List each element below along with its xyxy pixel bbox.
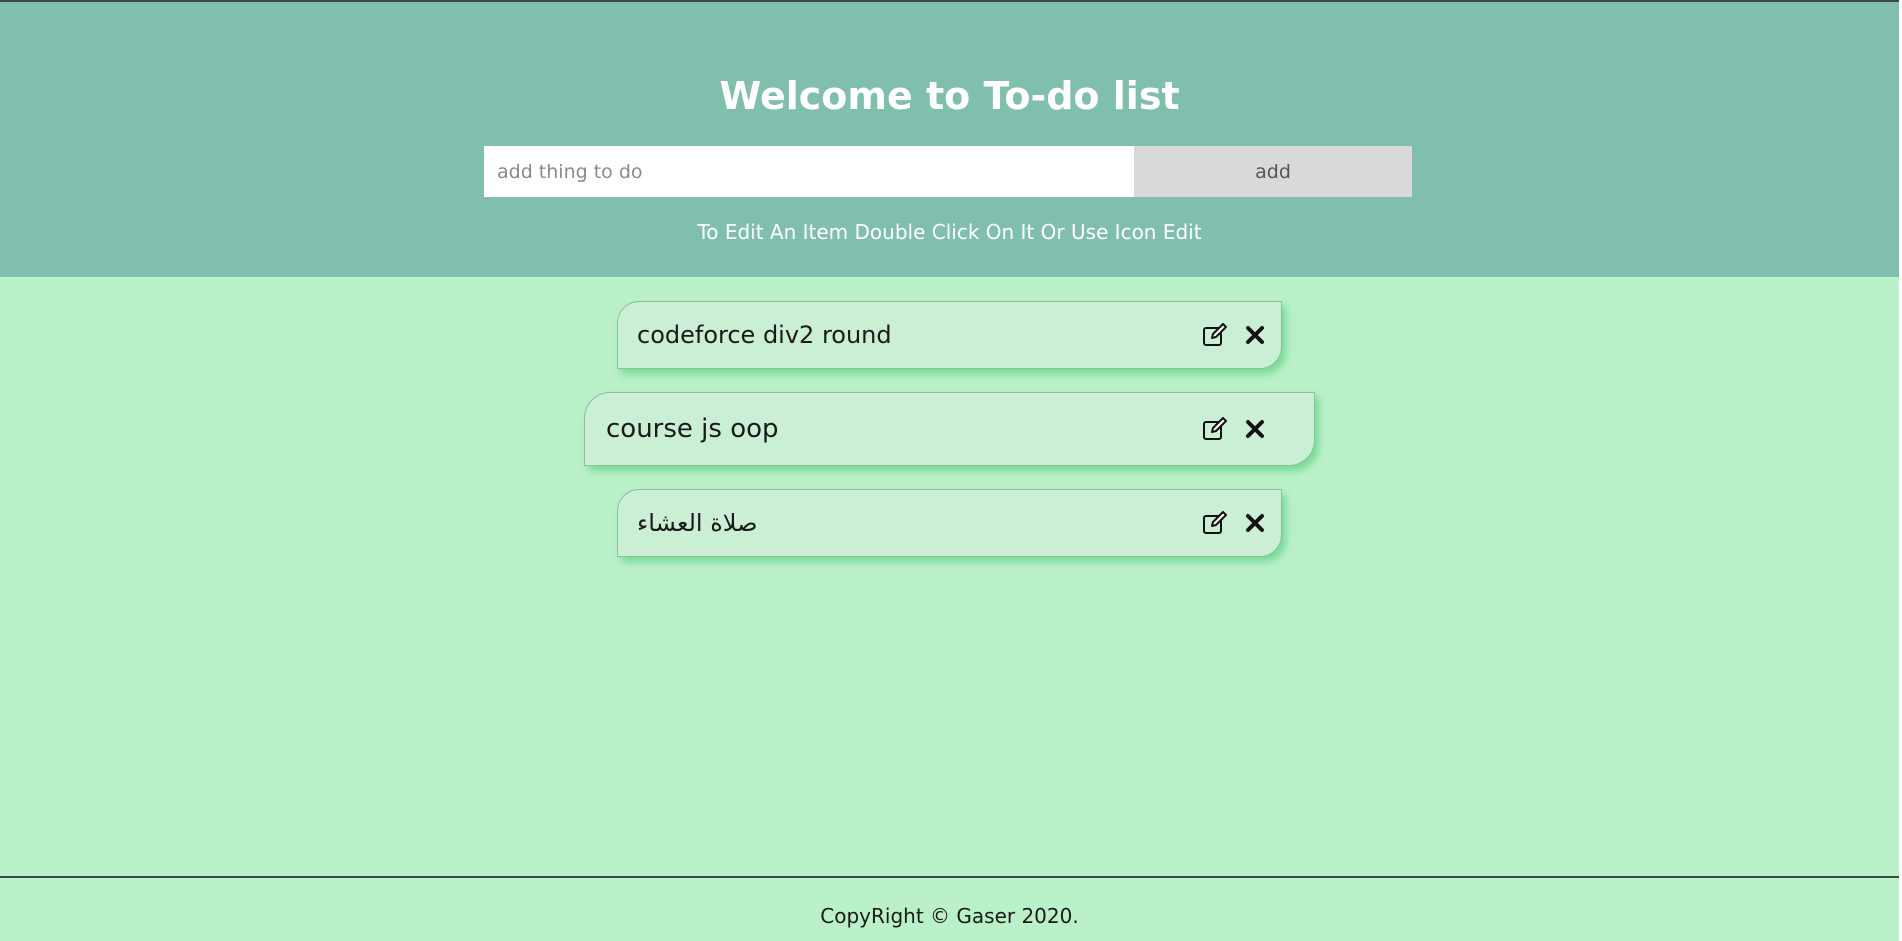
page-title: Welcome to To-do list (719, 74, 1180, 118)
edit-icon[interactable] (1202, 416, 1228, 442)
add-todo-input[interactable] (484, 146, 1134, 197)
todo-actions (1202, 302, 1268, 368)
header: Welcome to To-do list add To Edit An Ite… (0, 0, 1899, 277)
close-icon[interactable] (1242, 322, 1268, 348)
todo-item[interactable]: course js oop (584, 392, 1315, 466)
footer: CopyRight © Gaser 2020. (0, 876, 1899, 941)
add-button[interactable]: add (1134, 146, 1412, 197)
todo-actions (1202, 490, 1268, 556)
copyright-text: CopyRight © Gaser 2020. (820, 904, 1079, 928)
edit-icon[interactable] (1202, 510, 1228, 536)
close-icon[interactable] (1242, 510, 1268, 536)
todo-text: codeforce div2 round (637, 321, 892, 349)
todo-item[interactable]: صلاة العشاء (617, 489, 1282, 557)
close-icon[interactable] (1242, 416, 1268, 442)
edit-icon[interactable] (1202, 322, 1228, 348)
add-form: add (484, 146, 1412, 197)
todo-text: صلاة العشاء (637, 509, 758, 537)
page: Welcome to To-do list add To Edit An Ite… (0, 0, 1902, 941)
todo-item[interactable]: codeforce div2 round (617, 301, 1282, 369)
edit-hint: To Edit An Item Double Click On It Or Us… (697, 220, 1202, 244)
todo-actions (1202, 393, 1268, 465)
